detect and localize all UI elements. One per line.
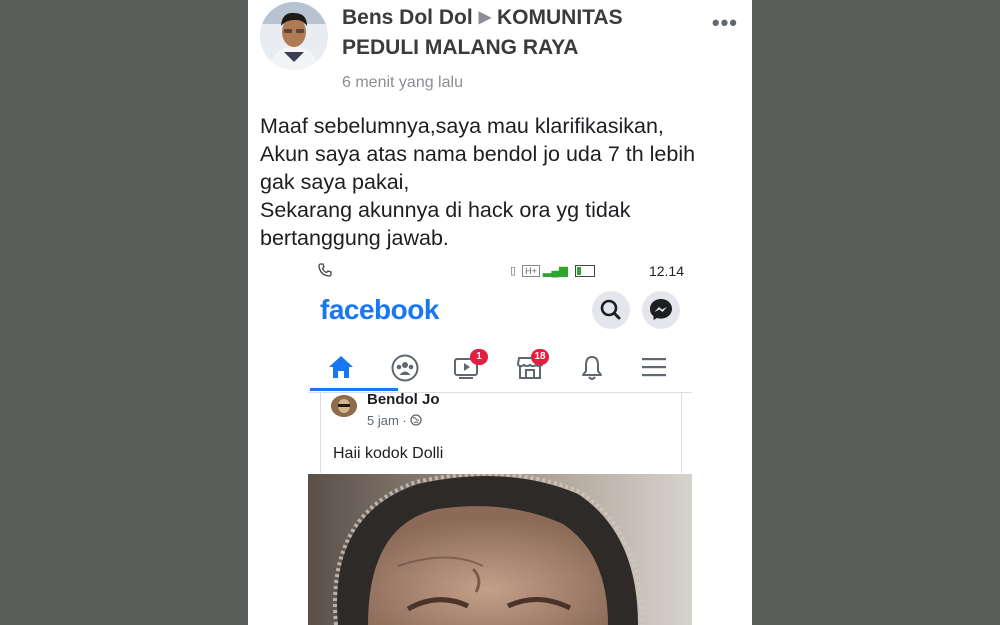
post-text-line: bertanggung jawab.: [260, 226, 449, 250]
arrow-right-icon: ▶: [478, 9, 491, 26]
bell-icon: [582, 356, 602, 380]
facebook-logo[interactable]: facebook: [320, 294, 439, 326]
nav-groups[interactable]: [374, 342, 434, 390]
inner-post-text: Haii kodok Dolli: [333, 445, 444, 462]
messenger-button[interactable]: [642, 291, 680, 329]
messenger-icon: [650, 299, 672, 320]
status-clock: 12.14: [648, 263, 684, 279]
battery-icon: [574, 265, 595, 278]
search-button[interactable]: [592, 291, 630, 329]
more-options-icon[interactable]: •••: [712, 10, 738, 36]
status-icons: ▯ H+ ▂▄▆: [510, 264, 595, 278]
inner-post-time: 5 jam ·: [367, 413, 407, 428]
post-timestamp[interactable]: 6 menit yang lalu: [342, 74, 463, 92]
signal-icon: ▂▄▆: [542, 265, 568, 277]
post-text-line: gak saya pakai,: [260, 170, 410, 194]
post-photo[interactable]: [308, 474, 692, 625]
inner-author-name[interactable]: Bendol Jo: [367, 391, 440, 408]
search-icon: [600, 299, 621, 320]
post-text-line: Maaf sebelumnya,saya mau klarifikasikan,: [260, 114, 664, 138]
author-name[interactable]: Bens Dol Dol: [342, 6, 473, 29]
status-bar: ▯ H+ ▂▄▆ 12.14: [308, 258, 692, 286]
home-icon: [329, 356, 353, 378]
embedded-screenshot[interactable]: ▯ H+ ▂▄▆ 12.14 facebook 1 18 Bendol Jo 5…: [308, 258, 692, 625]
embedded-post: Bendol Jo 5 jam · Haii kodok Dolli: [320, 391, 682, 473]
network-label: H+: [522, 265, 540, 277]
phone-icon: [318, 263, 332, 280]
groups-icon: [391, 354, 419, 382]
menu-icon: [642, 358, 666, 377]
watch-badge: 1: [470, 349, 488, 365]
post-text-line: Sekarang akunnya di hack ora yg tidak: [260, 198, 631, 222]
vibrate-icon: ▯: [510, 265, 517, 277]
post-header: Bens Dol Dol ▶ KOMUNITAS: [342, 6, 623, 30]
nav-home[interactable]: [310, 342, 370, 390]
author-avatar[interactable]: [260, 2, 328, 70]
nav-watch[interactable]: 1: [436, 342, 496, 390]
inner-author-avatar[interactable]: [331, 395, 357, 417]
nav-menu[interactable]: [623, 342, 683, 390]
post-text-line: Akun saya atas nama bendol jo uda 7 th l…: [260, 142, 696, 166]
post-card: Bens Dol Dol ▶ KOMUNITAS PEDULI MALANG RAY…: [248, 0, 752, 625]
globe-icon: [410, 414, 423, 426]
top-nav: 1 18: [308, 342, 692, 392]
group-name-line-1[interactable]: KOMUNITAS: [497, 6, 623, 29]
group-name-line-2[interactable]: PEDULI MALANG RAYA: [342, 36, 578, 60]
nav-notifications[interactable]: [561, 342, 621, 390]
marketplace-badge: 18: [531, 349, 549, 365]
nav-marketplace[interactable]: 18: [499, 342, 559, 390]
post-text: Maaf sebelumnya,saya mau klarifikasikan,…: [260, 112, 740, 252]
inner-post-meta[interactable]: 5 jam ·: [367, 413, 423, 428]
